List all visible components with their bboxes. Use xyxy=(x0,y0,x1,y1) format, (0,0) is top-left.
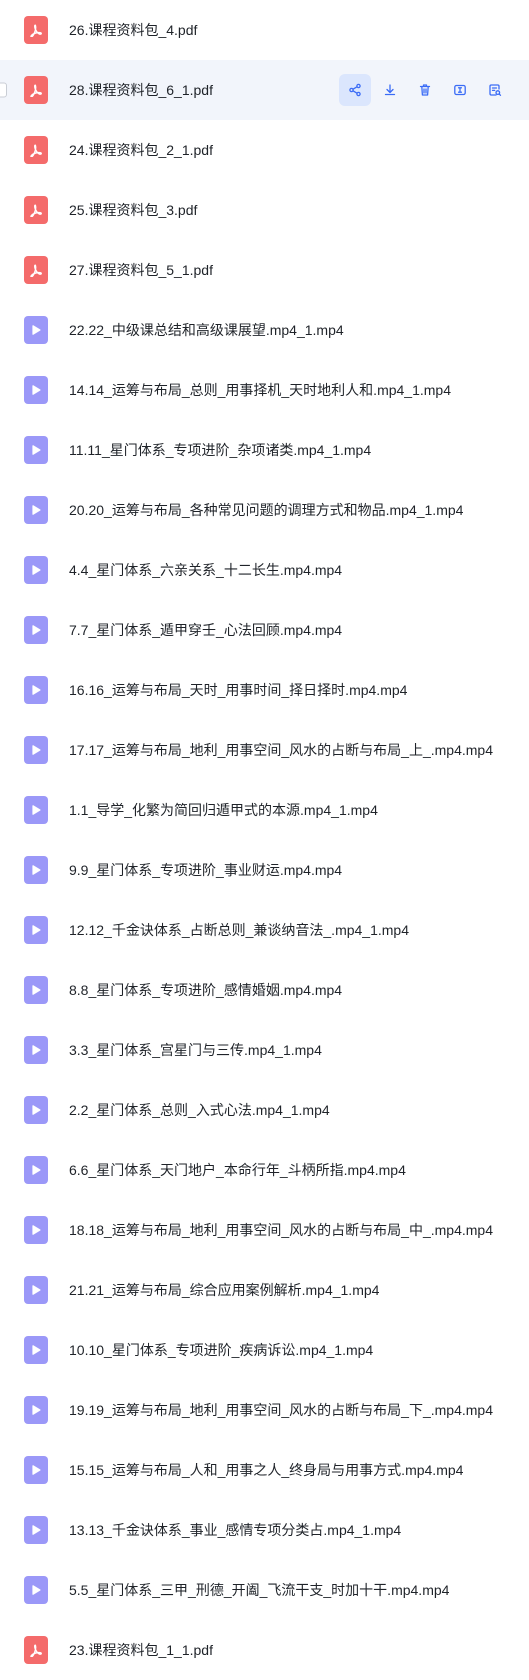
file-name[interactable]: 24.课程资料包_2_1.pdf xyxy=(69,140,213,160)
file-row[interactable]: 13.13_千金诀体系_事业_感情专项分类占.mp4_1.mp4 xyxy=(0,1500,529,1560)
pdf-file-icon xyxy=(24,196,48,224)
file-name[interactable]: 8.8_星门体系_专项进阶_感情婚姻.mp4.mp4 xyxy=(69,980,342,1000)
file-name[interactable]: 26.课程资料包_4.pdf xyxy=(69,20,197,40)
download-button[interactable] xyxy=(374,74,406,106)
pdf-file-icon xyxy=(24,16,48,44)
video-file-icon xyxy=(24,1396,48,1424)
file-row[interactable]: 5.5_星门体系_三甲_刑德_开阖_飞流干支_时加十干.mp4.mp4 xyxy=(0,1560,529,1620)
file-name[interactable]: 13.13_千金诀体系_事业_感情专项分类占.mp4_1.mp4 xyxy=(69,1520,401,1540)
file-row[interactable]: 27.课程资料包_5_1.pdf xyxy=(0,240,529,300)
video-file-icon xyxy=(24,856,48,884)
file-row[interactable]: 28.课程资料包_6_1.pdf xyxy=(0,60,529,120)
file-name[interactable]: 23.课程资料包_1_1.pdf xyxy=(69,1640,213,1660)
file-row[interactable]: 14.14_运筹与布局_总则_用事择机_天时地利人和.mp4_1.mp4 xyxy=(0,360,529,420)
file-row[interactable]: 23.课程资料包_1_1.pdf xyxy=(0,1620,529,1680)
file-row[interactable]: 21.21_运筹与布局_综合应用案例解析.mp4_1.mp4 xyxy=(0,1260,529,1320)
video-file-icon xyxy=(24,1216,48,1244)
file-row[interactable]: 25.课程资料包_3.pdf xyxy=(0,180,529,240)
file-name[interactable]: 5.5_星门体系_三甲_刑德_开阖_飞流干支_时加十干.mp4.mp4 xyxy=(69,1580,449,1600)
file-name[interactable]: 17.17_运筹与布局_地利_用事空间_风水的占断与布局_上_.mp4.mp4 xyxy=(69,740,493,760)
video-file-icon xyxy=(24,676,48,704)
file-row[interactable]: 7.7_星门体系_遁甲穿壬_心法回顾.mp4.mp4 xyxy=(0,600,529,660)
file-name[interactable]: 27.课程资料包_5_1.pdf xyxy=(69,260,213,280)
pdf-file-icon xyxy=(24,256,48,284)
video-file-icon xyxy=(24,796,48,824)
video-file-icon xyxy=(24,496,48,524)
video-file-icon xyxy=(24,1156,48,1184)
rename-button[interactable] xyxy=(444,74,476,106)
file-row[interactable]: 9.9_星门体系_专项进阶_事业财运.mp4.mp4 xyxy=(0,840,529,900)
file-name[interactable]: 19.19_运筹与布局_地利_用事空间_风水的占断与布局_下_.mp4.mp4 xyxy=(69,1400,493,1420)
file-row[interactable]: 11.11_星门体系_专项进阶_杂项诸类.mp4_1.mp4 xyxy=(0,420,529,480)
file-row[interactable]: 8.8_星门体系_专项进阶_感情婚姻.mp4.mp4 xyxy=(0,960,529,1020)
file-row[interactable]: 18.18_运筹与布局_地利_用事空间_风水的占断与布局_中_.mp4.mp4 xyxy=(0,1200,529,1260)
file-list: 26.课程资料包_4.pdf 28.课程资料包_6_1.pdf 24.课程资料包_2… xyxy=(0,0,529,1680)
file-name[interactable]: 9.9_星门体系_专项进阶_事业财运.mp4.mp4 xyxy=(69,860,342,880)
video-file-icon xyxy=(24,1096,48,1124)
rename-icon xyxy=(453,83,467,97)
file-row[interactable]: 6.6_星门体系_天门地户_本命行年_斗柄所指.mp4.mp4 xyxy=(0,1140,529,1200)
file-name[interactable]: 20.20_运筹与布局_各种常见问题的调理方式和物品.mp4_1.mp4 xyxy=(69,500,463,520)
file-name[interactable]: 1.1_导学_化繁为简回归遁甲式的本源.mp4_1.mp4 xyxy=(69,800,378,820)
search-text-button[interactable] xyxy=(479,74,511,106)
video-file-icon xyxy=(24,1456,48,1484)
delete-icon xyxy=(418,83,432,97)
pdf-file-icon xyxy=(24,1636,48,1664)
video-file-icon xyxy=(24,616,48,644)
file-row[interactable]: 15.15_运筹与布局_人和_用事之人_终身局与用事方式.mp4.mp4 xyxy=(0,1440,529,1500)
file-name[interactable]: 2.2_星门体系_总则_入式心法.mp4_1.mp4 xyxy=(69,1100,330,1120)
video-file-icon xyxy=(24,1336,48,1364)
file-row[interactable]: 10.10_星门体系_专项进阶_疾病诉讼.mp4_1.mp4 xyxy=(0,1320,529,1380)
file-row[interactable]: 17.17_运筹与布局_地利_用事空间_风水的占断与布局_上_.mp4.mp4 xyxy=(0,720,529,780)
video-file-icon xyxy=(24,976,48,1004)
file-row[interactable]: 22.22_中级课总结和高级课展望.mp4_1.mp4 xyxy=(0,300,529,360)
file-name[interactable]: 22.22_中级课总结和高级课展望.mp4_1.mp4 xyxy=(69,320,344,340)
video-file-icon xyxy=(24,1276,48,1304)
video-file-icon xyxy=(24,376,48,404)
file-name[interactable]: 14.14_运筹与布局_总则_用事择机_天时地利人和.mp4_1.mp4 xyxy=(69,380,451,400)
file-row[interactable]: 26.课程资料包_4.pdf xyxy=(0,0,529,60)
search-text-icon xyxy=(488,83,502,97)
video-file-icon xyxy=(24,1516,48,1544)
file-row[interactable]: 16.16_运筹与布局_天时_用事时间_择日择时.mp4.mp4 xyxy=(0,660,529,720)
share-icon xyxy=(348,83,362,97)
file-name[interactable]: 16.16_运筹与布局_天时_用事时间_择日择时.mp4.mp4 xyxy=(69,680,407,700)
file-row[interactable]: 19.19_运筹与布局_地利_用事空间_风水的占断与布局_下_.mp4.mp4 xyxy=(0,1380,529,1440)
download-icon xyxy=(383,83,397,97)
file-row[interactable]: 20.20_运筹与布局_各种常见问题的调理方式和物品.mp4_1.mp4 xyxy=(0,480,529,540)
video-file-icon xyxy=(24,736,48,764)
file-name[interactable]: 4.4_星门体系_六亲关系_十二长生.mp4.mp4 xyxy=(69,560,342,580)
file-row[interactable]: 24.课程资料包_2_1.pdf xyxy=(0,120,529,180)
video-file-icon xyxy=(24,1576,48,1604)
file-name[interactable]: 7.7_星门体系_遁甲穿壬_心法回顾.mp4.mp4 xyxy=(69,620,342,640)
video-file-icon xyxy=(24,1036,48,1064)
file-name[interactable]: 18.18_运筹与布局_地利_用事空间_风水的占断与布局_中_.mp4.mp4 xyxy=(69,1220,493,1240)
file-row[interactable]: 3.3_星门体系_宫星门与三传.mp4_1.mp4 xyxy=(0,1020,529,1080)
file-row[interactable]: 1.1_导学_化繁为简回归遁甲式的本源.mp4_1.mp4 xyxy=(0,780,529,840)
file-row[interactable]: 12.12_千金诀体系_占断总则_兼谈纳音法_.mp4_1.mp4 xyxy=(0,900,529,960)
select-checkbox[interactable] xyxy=(0,82,7,98)
video-file-icon xyxy=(24,916,48,944)
row-action-bar xyxy=(339,74,511,106)
file-name[interactable]: 25.课程资料包_3.pdf xyxy=(69,200,197,220)
file-name[interactable]: 10.10_星门体系_专项进阶_疾病诉讼.mp4_1.mp4 xyxy=(69,1340,373,1360)
video-file-icon xyxy=(24,436,48,464)
file-name[interactable]: 6.6_星门体系_天门地户_本命行年_斗柄所指.mp4.mp4 xyxy=(69,1160,406,1180)
video-file-icon xyxy=(24,556,48,584)
file-row[interactable]: 2.2_星门体系_总则_入式心法.mp4_1.mp4 xyxy=(0,1080,529,1140)
file-name[interactable]: 21.21_运筹与布局_综合应用案例解析.mp4_1.mp4 xyxy=(69,1280,379,1300)
video-file-icon xyxy=(24,316,48,344)
pdf-file-icon xyxy=(24,136,48,164)
file-row[interactable]: 4.4_星门体系_六亲关系_十二长生.mp4.mp4 xyxy=(0,540,529,600)
pdf-file-icon xyxy=(24,76,48,104)
file-name[interactable]: 11.11_星门体系_专项进阶_杂项诸类.mp4_1.mp4 xyxy=(69,440,371,460)
share-button[interactable] xyxy=(339,74,371,106)
file-name[interactable]: 3.3_星门体系_宫星门与三传.mp4_1.mp4 xyxy=(69,1040,322,1060)
file-name[interactable]: 28.课程资料包_6_1.pdf xyxy=(69,80,213,100)
file-name[interactable]: 15.15_运筹与布局_人和_用事之人_终身局与用事方式.mp4.mp4 xyxy=(69,1460,463,1480)
delete-button[interactable] xyxy=(409,74,441,106)
file-name[interactable]: 12.12_千金诀体系_占断总则_兼谈纳音法_.mp4_1.mp4 xyxy=(69,920,409,940)
